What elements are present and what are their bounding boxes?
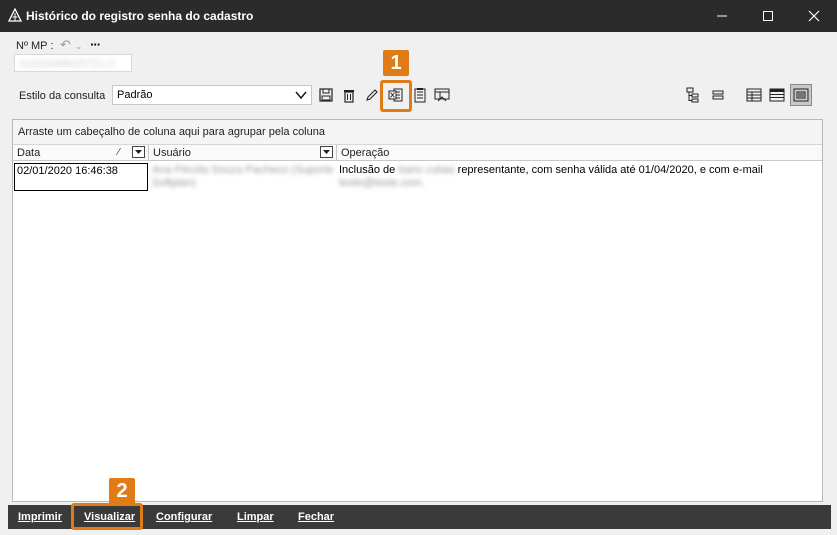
list-view-icon[interactable] <box>769 87 785 103</box>
history-window: Histórico do registro senha do cadastro … <box>0 0 837 535</box>
cell-operacao[interactable]: Inclusão de bans cubas representante, co… <box>339 164 809 190</box>
chevron-down-icon[interactable]: ⌄ <box>75 41 83 51</box>
sort-indicator-icon: ⁄ <box>118 147 120 158</box>
mp-number-field[interactable]: 01201668025721.0 <box>14 54 132 72</box>
limpar-button[interactable]: Limpar <box>237 511 274 523</box>
maximize-icon <box>762 10 774 22</box>
fechar-button[interactable]: Fechar <box>298 511 334 523</box>
tree-collapse-icon[interactable] <box>710 87 726 103</box>
report-icon[interactable] <box>412 87 428 103</box>
column-header-usuario[interactable]: Usuário <box>149 145 337 161</box>
grid-view-icon[interactable] <box>746 87 762 103</box>
delete-icon[interactable] <box>341 87 357 103</box>
consulta-style-label: Estilo da consulta <box>19 90 106 102</box>
column-header-data[interactable]: Data ⁄ <box>13 145 149 161</box>
consulta-style-value: Padrão <box>117 89 153 101</box>
mp-number-value: 01201668025721.0 <box>19 58 114 70</box>
column-header-operacao[interactable]: Operação <box>337 145 822 161</box>
undo-icon[interactable]: ↶ <box>60 37 71 52</box>
annotation-highlight-2 <box>71 503 143 530</box>
chevron-down-icon <box>294 88 308 105</box>
operacao-name: bans cubas <box>398 164 455 176</box>
history-grid: Arraste um cabeçalho de coluna aqui para… <box>12 119 823 502</box>
app-logo-icon <box>7 7 23 22</box>
title-bar: Histórico do registro senha do cadastro <box>0 0 837 32</box>
card-view-button[interactable] <box>790 84 812 106</box>
operacao-email: teste@teste.com. <box>339 177 425 189</box>
cell-usuario[interactable]: Ana Pércila Souza Pacheco (Suporte Softp… <box>152 164 334 190</box>
mp-actions: ↶ ⌄ ··· <box>60 37 104 53</box>
close-button[interactable] <box>791 0 837 32</box>
tree-expand-icon[interactable] <box>686 87 702 103</box>
close-icon <box>808 10 820 22</box>
minimize-button[interactable] <box>699 0 745 32</box>
annotation-badge-1: 1 <box>383 50 409 76</box>
filter-dropdown-icon[interactable] <box>132 146 145 158</box>
operacao-prefix: Inclusão de <box>339 164 396 176</box>
column-header-label: Data <box>17 147 41 159</box>
operacao-suffix: representante, com senha válida até 01/0… <box>457 164 763 176</box>
filter-dropdown-icon[interactable] <box>320 146 333 158</box>
maximize-button[interactable] <box>745 0 791 32</box>
cell-usuario-value: Ana Pércila Souza Pacheco (Suporte Softp… <box>152 164 334 189</box>
consulta-style-select[interactable]: Padrão <box>112 85 312 105</box>
configurar-button[interactable]: Configurar <box>156 511 212 523</box>
card-view-icon <box>793 87 809 103</box>
column-header-label: Usuário <box>153 147 191 159</box>
annotation-badge-2: 2 <box>109 478 135 504</box>
cell-data[interactable]: 02/01/2020 16:46:38 <box>14 163 148 191</box>
edit-icon[interactable] <box>364 87 380 103</box>
save-icon[interactable] <box>318 87 334 103</box>
layout-icon[interactable] <box>434 87 450 103</box>
more-button[interactable]: ··· <box>90 37 101 52</box>
window-title: Histórico do registro senha do cadastro <box>26 9 254 23</box>
group-by-area[interactable]: Arraste um cabeçalho de coluna aqui para… <box>13 120 822 145</box>
annotation-highlight-1 <box>380 80 412 112</box>
imprimir-button[interactable]: Imprimir <box>18 511 62 523</box>
minimize-icon <box>716 10 728 22</box>
column-header-label: Operação <box>341 147 390 159</box>
mp-label: Nº MP : <box>16 40 54 52</box>
group-by-hint: Arraste um cabeçalho de coluna aqui para… <box>18 126 325 138</box>
